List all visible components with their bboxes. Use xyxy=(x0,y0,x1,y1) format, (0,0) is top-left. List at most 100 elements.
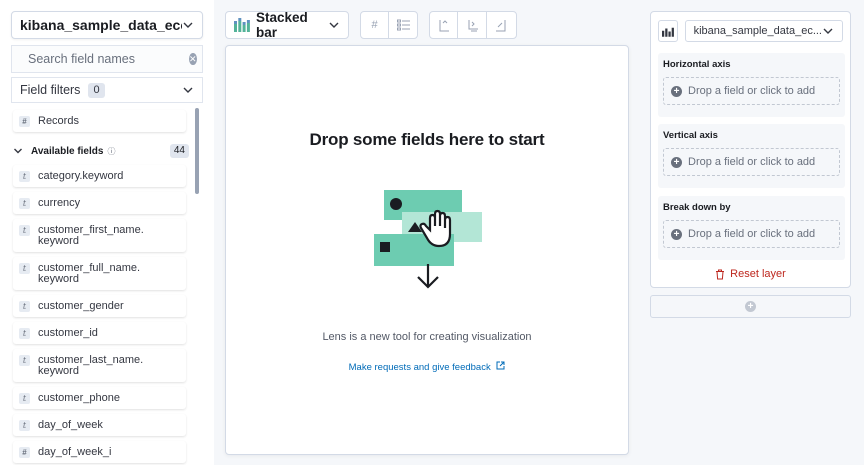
axis-left-icon xyxy=(439,19,449,31)
number-type-icon: # xyxy=(19,447,30,458)
number-type-icon: # xyxy=(19,116,30,127)
scrollbar[interactable] xyxy=(195,108,199,194)
field-name: customer_full_name. keyword xyxy=(38,262,141,285)
axis-options-group xyxy=(429,11,517,39)
bottom-axis-button[interactable] xyxy=(458,12,487,38)
drop-placeholder: Drop a field or click to add xyxy=(688,228,816,240)
field-item[interactable]: t customer_id xyxy=(13,322,186,344)
field-name: Records xyxy=(38,115,79,127)
left-axis-button[interactable] xyxy=(430,12,458,38)
field-item[interactable]: t currency xyxy=(13,192,186,214)
field-name: category.keyword xyxy=(38,170,124,182)
bar-stacked-icon xyxy=(661,27,674,37)
field-name: customer_phone xyxy=(38,392,120,404)
string-type-icon: t xyxy=(19,328,30,339)
field-name: customer_last_name. keyword xyxy=(38,354,144,377)
layer-header: kibana_sample_data_ec... xyxy=(658,20,843,42)
field-name: day_of_week_i xyxy=(38,446,112,458)
chevron-down-icon xyxy=(183,22,193,28)
feedback-link[interactable]: Make requests and give feedback xyxy=(226,361,628,373)
field-item[interactable]: t customer_first_name. keyword xyxy=(13,219,186,252)
field-filters-label: Field filters xyxy=(20,83,81,97)
add-layer-button[interactable]: + xyxy=(650,295,851,318)
empty-workspace-description: Lens is a new tool for creating visualiz… xyxy=(322,331,532,343)
chevron-down-icon xyxy=(14,148,22,154)
string-type-icon: t xyxy=(19,393,30,404)
field-name: currency xyxy=(38,197,81,209)
search-input[interactable] xyxy=(28,52,189,66)
field-item[interactable]: t customer_gender xyxy=(13,295,186,317)
field-item[interactable]: t category.keyword xyxy=(13,165,186,187)
break-down-drop-zone[interactable]: + Drop a field or click to add xyxy=(663,220,840,248)
value-labels-button[interactable]: # xyxy=(361,12,389,38)
field-item[interactable]: # day_of_week_i xyxy=(13,441,186,463)
horizontal-axis-drop-zone[interactable]: + Drop a field or click to add xyxy=(663,77,840,105)
chevron-down-icon xyxy=(329,22,339,28)
layer-panel: kibana_sample_data_ec... Horizontal axis… xyxy=(650,11,851,288)
available-fields-count: 44 xyxy=(169,144,189,158)
data-panel: kibana_sample_data_ecom... ✕ Field filte… xyxy=(0,0,212,465)
legend-button[interactable] xyxy=(389,12,417,38)
bar-stacked-icon xyxy=(234,18,250,32)
clear-icon[interactable]: ✕ xyxy=(189,53,197,65)
field-filters-count: 0 xyxy=(88,82,105,98)
string-type-icon: t xyxy=(19,420,30,431)
info-icon[interactable]: ⓘ xyxy=(107,146,115,157)
field-filters-button[interactable]: Field filters 0 xyxy=(11,77,203,103)
plus-icon: + xyxy=(671,156,682,168)
plus-icon: + xyxy=(745,301,756,312)
string-type-icon: t xyxy=(19,263,30,274)
field-name: day_of_week xyxy=(38,419,103,431)
field-item[interactable]: t customer_full_name. keyword xyxy=(13,257,186,290)
reset-layer-button[interactable]: Reset layer xyxy=(651,268,850,280)
field-item[interactable]: t customer_last_name. keyword xyxy=(13,349,186,382)
field-name: customer_gender xyxy=(38,300,124,312)
field-item[interactable]: t day_of_week xyxy=(13,414,186,436)
break-down-label: Break down by xyxy=(663,202,731,213)
vertical-axis-group: Vertical axis + Drop a field or click to… xyxy=(658,124,845,188)
chart-type-label: Stacked bar xyxy=(256,10,308,40)
external-link-icon xyxy=(496,361,505,370)
plus-icon: + xyxy=(671,228,682,240)
string-type-icon: t xyxy=(19,301,30,312)
empty-workspace-title: Drop some fields here to start xyxy=(309,130,545,149)
layer-index-pattern-switcher[interactable]: kibana_sample_data_ec... xyxy=(684,20,843,42)
string-type-icon: t xyxy=(19,198,30,209)
axis-bottom-icon xyxy=(468,19,478,31)
layer-index-pattern-label: kibana_sample_data_ec... xyxy=(693,25,822,37)
field-name: customer_first_name. keyword xyxy=(38,224,144,247)
field-search: ✕ xyxy=(11,45,203,73)
string-type-icon: t xyxy=(19,355,30,366)
drop-placeholder: Drop a field or click to add xyxy=(688,85,816,97)
chevron-down-icon xyxy=(823,28,833,34)
horizontal-axis-group: Horizontal axis + Drop a field or click … xyxy=(658,53,845,117)
workspace-panel[interactable]: Drop some fields here to start Lens is a… xyxy=(225,45,629,455)
axis-right-icon xyxy=(495,19,505,31)
field-item[interactable]: t customer_phone xyxy=(13,387,186,409)
drop-placeholder: Drop a field or click to add xyxy=(688,156,816,168)
string-type-icon: t xyxy=(19,225,30,236)
index-pattern-switcher[interactable]: kibana_sample_data_ecom... xyxy=(11,11,203,39)
available-fields-label: Available fields xyxy=(31,145,104,157)
break-down-group: Break down by + Drop a field or click to… xyxy=(658,196,845,260)
display-options-group: # xyxy=(360,11,418,39)
layer-chart-type-button[interactable] xyxy=(658,20,678,42)
field-name: customer_id xyxy=(38,327,98,339)
string-type-icon: t xyxy=(19,171,30,182)
vertical-axis-drop-zone[interactable]: + Drop a field or click to add xyxy=(663,148,840,176)
horizontal-axis-label: Horizontal axis xyxy=(663,59,731,70)
feedback-link-label: Make requests and give feedback xyxy=(348,362,491,373)
hashtag-icon: # xyxy=(371,19,378,31)
field-records[interactable]: # Records xyxy=(13,110,186,132)
field-list: # Records Available fields ⓘ 44 t categor… xyxy=(11,108,199,465)
drop-fields-illustration xyxy=(374,190,482,289)
available-fields-header[interactable]: Available fields ⓘ 44 xyxy=(13,142,189,160)
right-axis-button[interactable] xyxy=(487,12,515,38)
trash-icon xyxy=(716,269,725,279)
vertical-axis-label: Vertical axis xyxy=(663,130,718,141)
plus-icon: + xyxy=(671,85,682,97)
reset-layer-label: Reset layer xyxy=(730,268,786,280)
index-pattern-label: kibana_sample_data_ecom... xyxy=(20,17,182,33)
list-icon xyxy=(396,19,410,31)
chart-switcher[interactable]: Stacked bar xyxy=(225,10,349,40)
